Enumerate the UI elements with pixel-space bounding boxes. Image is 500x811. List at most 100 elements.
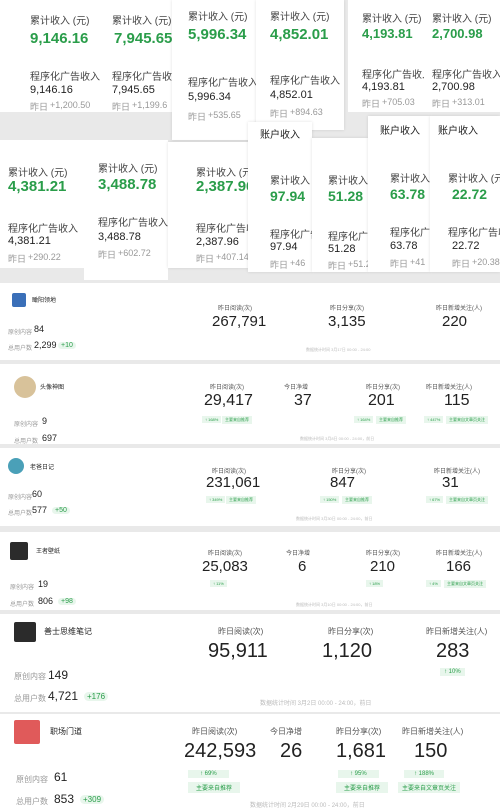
account-income-title: 账户收入 [438,126,478,137]
reads-note: 主要来自推荐 [226,496,256,504]
cumulative-label: 累计收入 (元) [112,16,172,27]
reads-trend: ↑ 11% [210,580,227,587]
yesterday-prefix: 昨日 [98,250,117,260]
account-name: 职场门道 [50,727,82,736]
followers-value: 577 [32,505,48,515]
follows-label: 昨日新增关注(人) [426,627,488,636]
account-name: 王者壁纸 [36,549,61,555]
followers-increase-badge: +98 [58,598,76,605]
content-value: 84 [34,324,45,334]
followers-label: 总用户数 [8,511,33,517]
program-ad-label: 程序化广告收入 [188,78,256,89]
yesterday-delta: +705.03 [382,97,415,107]
yesterday-prefix: 昨日 [270,260,289,270]
followers-value: 2,299 [34,340,57,350]
program-ad-value: 22.72 [452,240,480,252]
income-card-4: 累计收入 (元) 4,852.01 程序化广告收入 4,852.01 昨日 +8… [256,0,344,130]
follows-note: 主要来自文章页关注 [446,496,488,504]
content-value: 61 [54,770,68,784]
cumulative-label: 累计收入 (元) [390,174,430,185]
follows-value: 115 [444,392,470,409]
program-ad-value: 2,700.98 [432,81,475,93]
yesterday-delta: +602.72 [118,248,151,258]
income-card-8: 累计收入 (元) 3,488.78 程序化广告收入 3,488.78 昨日 +6… [84,140,168,280]
reads-trend: ↑ 168% [202,416,222,423]
cumulative-value: 63.78 [390,186,426,202]
reads-value: 267,791 [212,313,267,330]
cumulative-label: 累计收入 (元) [30,16,90,27]
followers-value: 853 [54,792,75,806]
cumulative-value: 4,852.01 [270,26,329,43]
content-value: 9 [42,416,48,426]
reads-value: 95,911 [208,640,268,662]
follows-value: 166 [446,558,472,575]
shares-value: 847 [330,474,356,491]
program-ad-value: 2,387.96 [196,236,239,248]
program-ad-label: 程序化广告收入 [362,70,424,81]
shares-note: 主要来自推荐 [342,496,372,504]
yesterday-delta: +290.22 [28,252,61,262]
stat-footer: 数据统计时间 2月29日 00:00 - 24:00，前日 [250,803,365,809]
account-row-5: 善士思维笔记 原创内容 149 总用户数 4,721 +176 昨日阅读(次) … [0,614,500,712]
shares-trend: ↑ 95% [338,770,379,778]
follows-label: 昨日新增关注(人) [436,306,482,312]
income-card-11: 累计收入 (元) 51.28 程序化广告收入 51.28 昨日 +51.2 [312,138,368,272]
program-ad-label: 程序化广告收入 [328,232,368,243]
content-value: 60 [32,489,43,499]
program-ad-label: 程序化广告收入 [112,72,172,83]
follows-trend: ↑ 10% [440,668,465,676]
program-ad-label: 程序化广告收入 [270,76,340,87]
cumulative-value: 2,387.96 [196,178,248,195]
cumulative-label: 累计收入 (元) [196,168,248,179]
cumulative-value: 3,488.78 [98,176,157,193]
yesterday-prefix: 昨日 [270,109,289,119]
cumulative-value: 5,996.34 [188,26,247,43]
shares-trend: ↑ 150% [320,496,340,503]
net-growth-value: 26 [280,740,303,762]
yesterday-delta: +535.65 [208,110,241,120]
yesterday-delta: +46 [290,258,306,268]
yesterday-delta: +313.01 [452,97,485,107]
cumulative-label: 累计收入 (元) [448,174,500,185]
cumulative-label: 累计收入 (元) [362,14,422,25]
cumulative-value: 2,700.98 [432,26,483,41]
content-label: 原创内容 [8,330,33,336]
yesterday-prefix: 昨日 [362,99,381,109]
shares-trend: ↑ 164% [354,416,374,423]
yesterday-prefix: 昨日 [196,254,215,264]
follows-value: 220 [442,313,468,330]
account-name: 善士思维笔记 [44,627,92,636]
shares-value: 1,120 [322,640,373,662]
yesterday-delta: +1,200.50 [50,100,91,110]
reads-label: 昨日阅读(次) [210,385,244,391]
followers-value: 806 [38,596,54,606]
net-growth-label: 今日净增 [286,551,311,557]
follows-value: 150 [414,740,448,762]
yesterday-delta: +20.38 [472,257,500,267]
income-card-1: 累计收入 (元) 9,146.16 程序化广告收入 9,146.16 昨日 +1… [0,0,100,112]
yesterday-delta: +407.14 [216,252,248,262]
income-card-9: 累计收入 (元) 2,387.96 程序化广告收入 2,387.96 昨日 +4… [168,142,248,268]
cumulative-value: 9,146.16 [30,30,89,47]
yesterday-delta: +894.63 [290,107,323,117]
stat-footer: 数据统计时间 3月10日 00:00 - 24:00，前日 [296,602,373,607]
cumulative-label: 累计收入 (元) [270,12,330,23]
net-growth-label: 今日净增 [284,385,309,391]
program-ad-value: 51.28 [328,243,356,255]
content-label: 原创内容 [14,422,39,428]
cumulative-label: 累计收入 (元) [8,168,68,179]
follows-note: 主要来自文章页关注 [444,580,486,588]
program-ad-label: 程序化广告收入 [448,228,500,239]
program-ad-value: 63.78 [390,240,418,252]
yesterday-prefix: 昨日 [8,254,27,264]
followers-increase-badge: +309 [80,795,105,804]
shares-trend: ↑ 18% [366,580,384,587]
content-label: 原创内容 [10,585,35,591]
program-ad-label: 程序化广告收入 [8,224,78,235]
cumulative-value: 7,945.65 [114,30,172,47]
reads-label: 昨日阅读(次) [218,306,252,312]
net-growth-value: 37 [294,392,312,409]
account-row-4: 王者壁纸 原创内容 19 总用户数 806 +98 昨日阅读(次) 25,083… [0,532,500,610]
followers-label: 总用户数 [8,346,33,352]
account-avatar [14,622,36,642]
